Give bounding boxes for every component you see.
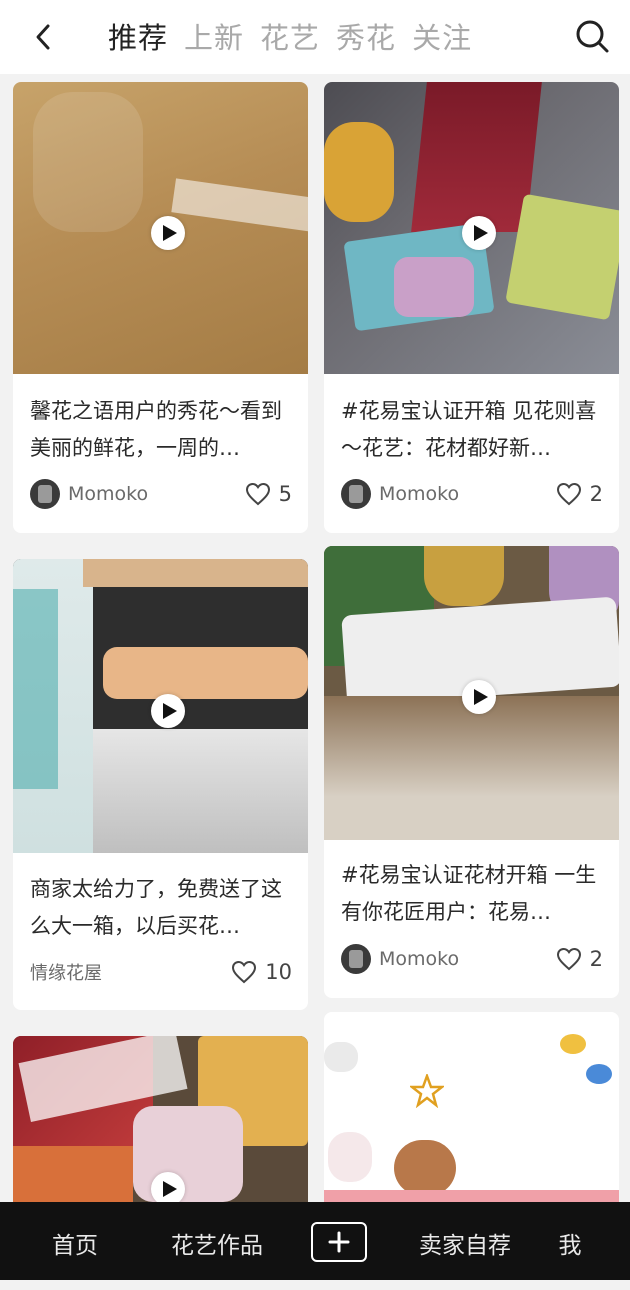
play-button[interactable] bbox=[462, 216, 496, 250]
nav-me[interactable]: 我 bbox=[552, 1202, 588, 1280]
avatar bbox=[30, 479, 60, 509]
yellow-flowers bbox=[424, 546, 504, 606]
avatar bbox=[341, 479, 371, 509]
tab-following[interactable]: 关注 bbox=[412, 14, 472, 62]
like-count: 10 bbox=[265, 960, 292, 984]
play-icon bbox=[162, 225, 177, 241]
like-button[interactable]: 10 bbox=[231, 956, 292, 988]
card-title: #花易宝认证花材开箱 一生有你花匠用户：花易… bbox=[341, 863, 597, 924]
feed-card[interactable]: 商家太给力了，免费送了这么大一箱，以后买花… 情缘花屋 10 bbox=[13, 559, 308, 1010]
heart-icon bbox=[556, 947, 581, 971]
like-count: 2 bbox=[589, 947, 603, 971]
nav-floral-works[interactable]: 花艺作品 bbox=[162, 1202, 272, 1280]
like-count: 5 bbox=[278, 482, 292, 506]
cardboard-box bbox=[324, 696, 619, 840]
search-button[interactable] bbox=[574, 18, 610, 54]
tape-strip bbox=[171, 178, 308, 232]
back-button[interactable] bbox=[28, 20, 58, 54]
publish-button[interactable] bbox=[311, 1222, 367, 1262]
green-wrap bbox=[505, 193, 619, 321]
bottom-nav: 首页 花艺作品 卖家自荐 我 bbox=[0, 1202, 630, 1280]
top-bar: 推荐 上新 花艺 秀花 关注 bbox=[0, 0, 630, 74]
like-count: 2 bbox=[589, 482, 603, 506]
illustration-thumbnail[interactable] bbox=[324, 1012, 619, 1202]
chevron-left-icon bbox=[36, 24, 50, 50]
light-reflection bbox=[33, 92, 143, 232]
plus-icon bbox=[328, 1231, 350, 1253]
nav-home[interactable]: 首页 bbox=[44, 1202, 106, 1280]
feed-card[interactable] bbox=[13, 1036, 308, 1202]
card-author[interactable]: Momoko bbox=[341, 478, 459, 510]
feed-card[interactable]: #花易宝认证开箱 见花则喜～花艺：花材都好新… Momoko 2 bbox=[324, 82, 619, 533]
rose-row-2 bbox=[103, 647, 308, 699]
author-name: 情缘花屋 bbox=[30, 963, 102, 984]
search-icon bbox=[576, 20, 609, 53]
play-icon bbox=[162, 1181, 177, 1197]
play-icon bbox=[162, 703, 177, 719]
bird-shape bbox=[560, 1034, 586, 1054]
star-icon bbox=[410, 1074, 444, 1108]
yellow-flowers bbox=[324, 122, 394, 222]
bird-shape bbox=[586, 1064, 612, 1084]
pink-netting bbox=[133, 1106, 243, 1202]
cloud-shape bbox=[324, 1042, 358, 1072]
bunny-shape bbox=[328, 1132, 372, 1182]
author-name: Momoko bbox=[68, 483, 149, 505]
like-button[interactable]: 2 bbox=[556, 943, 603, 975]
tab-recommend[interactable]: 推荐 bbox=[108, 14, 168, 62]
like-button[interactable]: 5 bbox=[245, 478, 292, 510]
tab-show-flowers[interactable]: 秀花 bbox=[336, 14, 396, 62]
heart-icon bbox=[556, 482, 581, 506]
orange-roses bbox=[13, 1146, 133, 1202]
play-icon bbox=[473, 225, 488, 241]
play-button[interactable] bbox=[151, 694, 185, 728]
card-title: 商家太给力了，免费送了这么大一箱，以后买花… bbox=[30, 877, 282, 938]
nav-seller-recommend[interactable]: 卖家自荐 bbox=[410, 1202, 520, 1280]
book-stack bbox=[93, 729, 308, 853]
pink-wrap bbox=[394, 257, 474, 317]
like-button[interactable]: 2 bbox=[556, 478, 603, 510]
avatar bbox=[341, 944, 371, 974]
card-author[interactable]: 情缘花屋 bbox=[30, 956, 102, 988]
rose-row-1 bbox=[83, 559, 308, 587]
tab-new[interactable]: 上新 bbox=[184, 14, 244, 62]
play-icon bbox=[473, 689, 488, 705]
author-name: Momoko bbox=[379, 483, 460, 505]
tab-floral-art[interactable]: 花艺 bbox=[260, 14, 320, 62]
author-name: Momoko bbox=[379, 948, 460, 970]
play-button[interactable] bbox=[151, 1172, 185, 1202]
teal-print bbox=[13, 589, 58, 789]
pink-text-strip bbox=[324, 1190, 619, 1202]
card-title: #花易宝认证开箱 见花则喜～花艺：花材都好新… bbox=[341, 399, 597, 460]
play-button[interactable] bbox=[462, 680, 496, 714]
bear-shape bbox=[394, 1140, 456, 1196]
feed-card[interactable] bbox=[324, 1012, 619, 1202]
heart-icon bbox=[245, 482, 270, 506]
card-title: 馨花之语用户的秀花～看到美丽的鲜花，一周的… bbox=[30, 399, 282, 460]
card-author[interactable]: Momoko bbox=[341, 943, 459, 975]
feed-card[interactable]: #花易宝认证花材开箱 一生有你花匠用户：花易… Momoko 2 bbox=[324, 546, 619, 998]
play-button[interactable] bbox=[151, 216, 185, 250]
feed-card[interactable]: 馨花之语用户的秀花～看到美丽的鲜花，一周的… Momoko 5 bbox=[13, 82, 308, 533]
category-tabs: 推荐 上新 花艺 秀花 关注 bbox=[108, 14, 472, 62]
heart-icon bbox=[232, 960, 257, 984]
card-author[interactable]: Momoko bbox=[30, 478, 148, 510]
